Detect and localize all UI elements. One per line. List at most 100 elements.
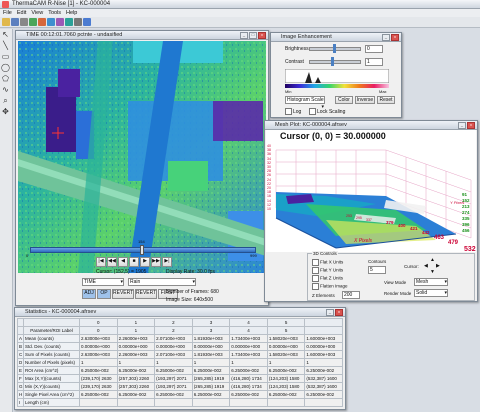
cursor-up-icon[interactable]: ▲ (430, 257, 435, 263)
minimize-button[interactable]: _ (458, 122, 466, 129)
mode-select[interactable]: TIME ▾ (82, 278, 124, 286)
contrast-slider[interactable] (309, 60, 361, 64)
table-cell: 6.25000e-002 (116, 390, 156, 399)
revert-button[interactable]: REVERT (112, 289, 134, 299)
right-axis-ticks: 91 152 213 274 335 396 456 (462, 192, 470, 233)
minimize-button[interactable]: _ (326, 309, 334, 316)
menu-file[interactable]: File (3, 9, 12, 17)
ellipse-tool-icon[interactable]: ◯ (0, 62, 11, 73)
minimize-button[interactable]: _ (240, 32, 248, 39)
table-cell (266, 398, 306, 407)
print-icon[interactable] (20, 18, 28, 26)
table-cell: 0.00000e+000 (191, 342, 231, 351)
reset-button[interactable]: Reset (377, 96, 395, 104)
table-row[interactable]: D Number of Pixels (pixels) 1 1 1 1 1 1 1 (17, 358, 343, 367)
thermal-image-window: TIME 00:12:01.7060 pctnte - undasified _… (15, 30, 269, 306)
freehand-tool-icon[interactable]: ∿ (0, 84, 11, 95)
image-icon[interactable] (29, 18, 37, 26)
table-row[interactable]: H Single Pixel Area (cm^2) 6.25000e-002 6.2… (17, 390, 343, 399)
log-checkbox[interactable]: Log (285, 108, 301, 115)
close-button[interactable]: x (335, 309, 343, 316)
table-row[interactable]: G Min (X,Y)(counts) (239,170) 2630 (257,303… (17, 382, 343, 391)
elements-field[interactable]: 200 (342, 291, 360, 299)
minimize-button[interactable]: _ (382, 34, 390, 41)
table-cell: 0.00000e+000 (116, 342, 156, 351)
maximize-button[interactable]: □ (249, 32, 257, 39)
table-cell (79, 398, 118, 407)
rectangle-tool-icon[interactable]: ▭ (0, 51, 11, 62)
frame-slider-thumb[interactable] (140, 245, 144, 255)
lock-scaling-checkbox[interactable]: Lock Scaling (309, 108, 345, 115)
zoom-tool-icon[interactable]: ⌕ (0, 95, 11, 106)
close-button[interactable]: x (391, 34, 399, 41)
line-tool-icon[interactable]: ╲ (0, 40, 11, 51)
flat-x-checkbox[interactable]: Flat X Units (312, 259, 343, 266)
brightness-value-field[interactable]: 0 (365, 45, 383, 53)
render-mode-select[interactable]: Solid ▾ (414, 289, 448, 297)
save-icon[interactable] (11, 18, 19, 26)
close-button[interactable]: x (467, 122, 475, 129)
contrast-value-field[interactable]: 1 (365, 58, 383, 66)
table-row[interactable]: E ROI Area (cm^2) 6.25000e-002 6.25000e-002… (17, 366, 343, 375)
cursor-dpad[interactable]: ▲ ◀ ▶ ▼ (424, 257, 442, 275)
table-cell: 1.81930e+003 (191, 334, 231, 343)
menu-view[interactable]: View (31, 9, 43, 17)
stop-button[interactable]: ■ (129, 257, 139, 267)
last-frame-button[interactable]: ▶| (162, 257, 172, 267)
table-cell: 2.63000e+003 (79, 334, 118, 343)
table-row[interactable]: B Std. Dev. (counts) 0.00000e+000 0.00000e+… (17, 342, 343, 351)
step-back-button[interactable]: ◀◀ (107, 257, 117, 267)
revert-button-2[interactable]: REVERT (135, 289, 157, 299)
stats-icon[interactable] (65, 18, 73, 26)
menu-tools[interactable]: Tools (48, 9, 61, 17)
mesh-icon[interactable] (56, 18, 64, 26)
playback-controls: |◀ ◀◀ ◀ ■ ▶ ▶▶ ▶| (96, 257, 172, 267)
adj-button[interactable]: ADJ (82, 289, 96, 299)
image-enhancement-window: Image Enhancement _ x Brightness 0 Contra… (270, 32, 402, 118)
pointer-tool-icon[interactable]: ↖ (0, 29, 11, 40)
menu-edit[interactable]: Edit (17, 9, 26, 17)
cursor-right-icon[interactable]: ▶ (436, 263, 440, 269)
settings-icon[interactable] (74, 18, 82, 26)
table-row[interactable]: A Mean (counts) 2.63000e+003 2.26000e+003 2.… (17, 334, 343, 343)
close-button[interactable]: x (258, 32, 266, 39)
chart-icon[interactable] (47, 18, 55, 26)
contours-field[interactable]: 5 (368, 266, 386, 274)
table-cell (154, 398, 193, 407)
flat-y-checkbox[interactable]: Flat Y Units (312, 267, 343, 274)
menu-help[interactable]: Help (66, 9, 77, 17)
op-button[interactable]: OP (97, 289, 111, 299)
brightness-slider-thumb[interactable] (333, 44, 336, 53)
flatten-image-checkbox[interactable]: Flatten Image (312, 283, 348, 290)
table-cell: 2.07100e+003 (154, 350, 193, 359)
table-cell: 0.00000e+000 (154, 342, 193, 351)
contrast-slider-thumb[interactable] (331, 57, 334, 66)
color-button[interactable]: Color (335, 96, 353, 104)
palette-icon[interactable] (38, 18, 46, 26)
inverse-button[interactable]: Inverse (355, 96, 375, 104)
flat-z-checkbox[interactable]: Flat Z Units (312, 275, 343, 282)
table-row[interactable]: F Max (X,Y)(counts) (239,170) 2630 (257,303… (17, 374, 343, 383)
scale-select[interactable]: Histogram Scale ▾ (285, 96, 325, 110)
table-row[interactable]: C Sum of Pixels (counts) 2.63000e+003 2.260… (17, 350, 343, 359)
play-button[interactable]: ▶ (140, 257, 150, 267)
table-cell: 6.25000e-002 (229, 390, 268, 399)
help-icon[interactable] (83, 18, 91, 26)
first-frame-button[interactable]: |◀ (96, 257, 106, 267)
cursor-down-icon[interactable]: ▼ (430, 269, 435, 275)
cursor-left-icon[interactable]: ◀ (424, 263, 428, 269)
table-cell: 1.60000e+003 (304, 334, 343, 343)
step-forward-button[interactable]: ▶▶ (151, 257, 161, 267)
palette-select[interactable]: Rain ▾ (128, 278, 196, 286)
table-cell: (239,170) 2630 (79, 382, 118, 391)
view-mode-select[interactable]: Mesh ▾ (414, 278, 448, 286)
column-header: 5 (266, 318, 306, 327)
table-row[interactable]: I Length (cm) (17, 398, 343, 407)
pan-tool-icon[interactable]: ✥ (0, 106, 11, 117)
mesh-plot-canvas[interactable]: Cursor (0, 0) = 30.000000 40 38 36 34 32… (266, 130, 476, 252)
polygon-tool-icon[interactable]: ⬠ (0, 73, 11, 84)
table-cell: (257,303) 2260 (116, 374, 156, 383)
play-reverse-button[interactable]: ◀ (118, 257, 128, 267)
max-label: Max (379, 89, 387, 94)
open-icon[interactable] (2, 18, 10, 26)
